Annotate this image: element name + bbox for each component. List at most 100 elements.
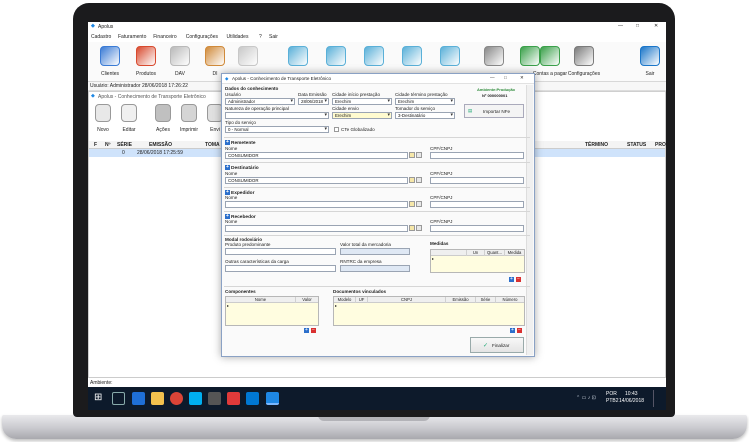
explorer-icon[interactable] <box>151 392 164 405</box>
tomador-select[interactable]: 3-Destinatário <box>395 112 455 119</box>
column-header[interactable]: EMISSÃO <box>149 142 172 148</box>
rntrc-field[interactable] <box>340 265 410 272</box>
outras-field[interactable] <box>225 265 336 272</box>
componentes-header: Nome Valor <box>226 297 318 303</box>
destinatario-nome-field[interactable]: CONSUMIDOR <box>225 177 408 184</box>
componentes-table[interactable]: Nome Valor ▸ <box>225 296 319 326</box>
menu-item[interactable]: Utilidades <box>227 34 249 40</box>
close-icon[interactable]: ✕ <box>654 24 658 29</box>
column-header[interactable]: F <box>94 142 97 148</box>
documentos-remove-icon[interactable]: − <box>517 328 522 333</box>
minimize-icon[interactable]: — <box>618 24 623 29</box>
expedidor-clear-icon[interactable] <box>416 201 422 207</box>
usuario-select[interactable]: Administrador <box>225 98 295 105</box>
remetente-cpf-field[interactable] <box>430 152 524 159</box>
recebedor-search-icon[interactable] <box>409 225 415 231</box>
row-emissao: 28/06/2018 17:25:59 <box>137 149 183 156</box>
tray-layout[interactable]: PTB2 <box>606 399 619 404</box>
destinatario-clear-icon[interactable] <box>416 177 422 183</box>
medidas-add-icon[interactable]: + <box>509 277 514 282</box>
menu-item[interactable]: Cadastro <box>91 34 111 40</box>
column-header[interactable]: TÉRMINO <box>585 142 608 148</box>
column-header[interactable]: TOMA <box>205 142 220 148</box>
app-title: Apolus <box>98 23 114 30</box>
finalizar-button[interactable]: ✓ Finalizar <box>470 337 524 353</box>
column-header[interactable]: SÉRIE <box>117 142 132 148</box>
dialog-minimize-icon[interactable]: — <box>490 75 495 81</box>
apolus-taskbar-icon[interactable] <box>266 392 279 405</box>
column-header[interactable]: STATUS <box>627 142 646 148</box>
user-date: 28/06/2018 17:26:22 <box>142 83 188 89</box>
toolbar-button[interactable]: Configurações <box>562 44 606 80</box>
tray-time[interactable]: 10:43 <box>625 392 638 397</box>
tray-icons[interactable]: ⌃ ▭ ♪ ⊡ <box>576 396 596 401</box>
inner-toolbar-button[interactable]: Imprimir <box>177 102 201 138</box>
data-emissao-field[interactable]: 28/06/2018 <box>298 98 329 105</box>
column-header[interactable]: Nº <box>105 142 110 148</box>
inner-toolbar-label: Novo <box>97 127 109 133</box>
inner-toolbar-button[interactable]: Ações <box>151 102 175 138</box>
outlook-icon[interactable] <box>246 392 259 405</box>
produto-field[interactable] <box>225 248 336 255</box>
menu-item[interactable]: Sair <box>269 34 278 40</box>
componentes-remove-icon[interactable]: − <box>311 328 316 333</box>
destinatario-cpf-field[interactable] <box>430 177 524 184</box>
skype-icon[interactable] <box>189 392 202 405</box>
documentos-table[interactable]: Modelo UF CNPJ Emissão Série Número ▸ <box>333 296 525 326</box>
task-view-icon[interactable] <box>112 392 125 405</box>
remetente-nome-field[interactable]: CONSUMIDOR <box>225 152 408 159</box>
dialog-scrollbar[interactable] <box>526 85 533 355</box>
menu-item[interactable]: ? <box>259 34 262 40</box>
medidas-remove-icon[interactable]: − <box>516 277 521 282</box>
medidas-table[interactable]: Un Quant... Medida ▸ <box>430 249 525 273</box>
recebedor-cpf-field[interactable] <box>430 225 524 232</box>
cidade-termino-select[interactable]: Erechim <box>395 98 455 105</box>
medidas-header: Un Quant... Medida <box>431 250 524 256</box>
rntrc-label: RNTRC da empresa <box>340 259 382 264</box>
remetente-clear-icon[interactable] <box>416 152 422 158</box>
inner-toolbar-button[interactable]: Editar <box>117 102 141 138</box>
remetente-search-icon[interactable] <box>409 152 415 158</box>
valor-total-field[interactable] <box>340 248 410 255</box>
inner-toolbar-button[interactable]: Novo <box>91 102 115 138</box>
menu-item[interactable]: Faturamento <box>118 34 146 40</box>
produto-label: Produto predominante <box>225 242 271 247</box>
nfe-icon <box>288 46 308 66</box>
importar-nfe-button[interactable]: ▤ Importar NFe <box>464 104 524 118</box>
tray-date[interactable]: 14/06/2018 <box>619 399 644 404</box>
recebedor-nome-field[interactable] <box>225 225 408 232</box>
column-header[interactable]: PRO <box>655 142 666 148</box>
cidade-envio-select[interactable]: Erechim <box>332 112 392 119</box>
windows-start-icon[interactable]: ⊞ <box>94 392 105 403</box>
inner-toolbar: Novo Editar Ações Imprimir Envi <box>89 102 229 138</box>
dialog-close-icon[interactable]: ✕ <box>520 75 524 81</box>
documentos-add-icon[interactable]: + <box>510 328 515 333</box>
expedidor-cpf-field[interactable] <box>430 201 524 208</box>
inner-toolbar-label: Ações <box>156 127 170 133</box>
natureza-select[interactable] <box>225 112 329 119</box>
app-icon[interactable] <box>208 392 221 405</box>
remetente-nome-label: Nome <box>225 146 238 151</box>
edge-icon[interactable] <box>132 392 145 405</box>
anydesk-icon[interactable] <box>227 392 240 405</box>
expedidor-search-icon[interactable] <box>409 201 415 207</box>
maximize-icon[interactable]: □ <box>636 24 639 29</box>
toolbar-button[interactable]: Sair <box>628 44 666 80</box>
menu-item[interactable]: Configurações <box>186 34 218 40</box>
cte-globalizado-checkbox[interactable] <box>334 127 339 132</box>
documentos-header: Modelo UF CNPJ Emissão Série Número <box>334 297 524 303</box>
dialog-maximize-icon[interactable]: □ <box>504 75 507 81</box>
nfe-icon <box>364 46 384 66</box>
cidade-inicio-select[interactable]: Erechim <box>332 98 392 105</box>
screen: ◆ Apolus — □ ✕ Cadastro Faturamento Financ… <box>88 22 666 410</box>
menu-item[interactable]: Financeiro <box>153 34 176 40</box>
destinatario-search-icon[interactable] <box>409 177 415 183</box>
notification-icon[interactable] <box>653 390 661 407</box>
recebedor-clear-icon[interactable] <box>416 225 422 231</box>
tipo-servico-select[interactable]: 0 - Normal <box>225 126 329 133</box>
expedidor-nome-field[interactable] <box>225 201 408 208</box>
edit-icon <box>121 104 137 122</box>
chrome-icon[interactable] <box>170 392 183 405</box>
tray-lang[interactable]: POR <box>606 392 617 397</box>
componentes-add-icon[interactable]: + <box>304 328 309 333</box>
